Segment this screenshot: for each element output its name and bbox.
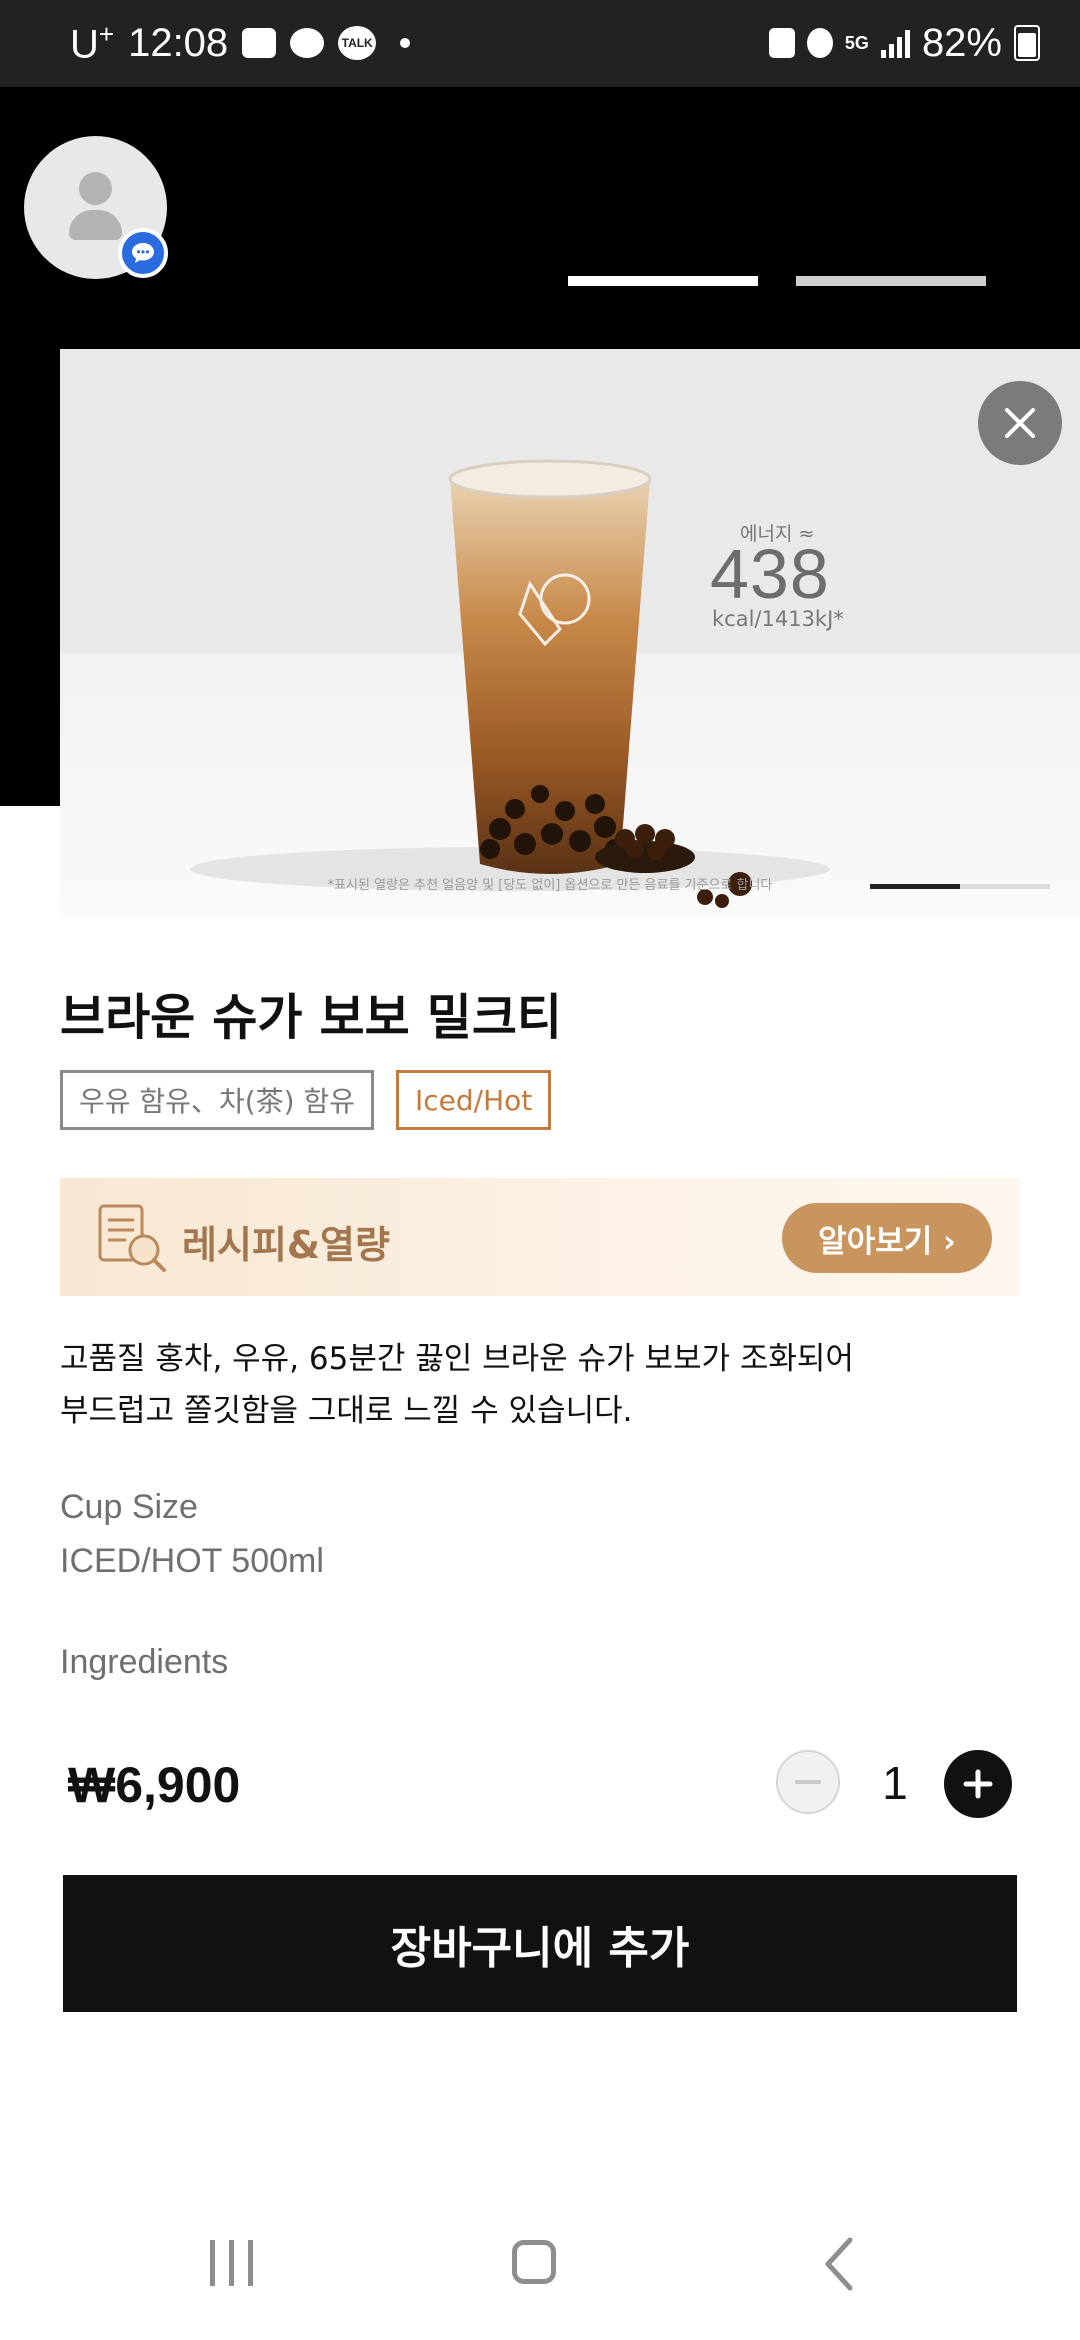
ingredients-label: Ingredients	[60, 1643, 229, 1681]
battery-saver-icon	[768, 28, 795, 58]
battery-icon	[1014, 25, 1040, 61]
quantity-decrease-button[interactable]	[776, 1750, 840, 1814]
recipe-icon	[98, 1204, 166, 1272]
quantity-increase-button[interactable]	[944, 1750, 1012, 1818]
drink-illustration	[190, 459, 830, 908]
carousel-indicator	[870, 884, 1050, 889]
temperature-tag: Iced/Hot	[396, 1070, 552, 1130]
product-title: 브라운 슈가 보보 밀크티	[60, 989, 562, 1046]
carrier-label: U+	[70, 18, 115, 67]
avatar-head	[79, 172, 112, 205]
close-icon	[1005, 408, 1035, 438]
avatar-body	[69, 210, 122, 240]
plus-icon	[963, 1769, 993, 1799]
home-icon[interactable]	[512, 2240, 556, 2284]
gallery-icon	[242, 28, 277, 58]
description-line: 부드럽고 쫄깃함을 그대로 느낄 수 있습니다.	[60, 1393, 633, 1429]
chat-bubble-icon[interactable]	[118, 228, 168, 278]
notification-dot-icon	[400, 38, 411, 48]
calorie-disclaimer: *표시된 열량은 추천 얼음양 및 [당도 없이] 옵션으로 만든 음료를 기준…	[327, 878, 773, 893]
learn-more-button[interactable]: 알아보기 ›	[782, 1203, 992, 1273]
background-thumbnail	[796, 276, 986, 286]
cup-size-label: Cup Size	[60, 1488, 198, 1526]
add-to-cart-button[interactable]: 장바구니에 추가	[63, 1875, 1017, 2012]
recent-apps-icon[interactable]	[210, 2240, 253, 2286]
5g-icon: 5G	[844, 33, 869, 53]
kakaotalk-icon: TALK	[338, 26, 377, 60]
weather-icon	[290, 28, 325, 58]
product-description: 고품질 홍차, 우유, 65분간 끓인 브라운 슈가 보보가 조화되어 부드럽고…	[60, 1333, 1020, 1437]
recipe-banner-title: 레시피&열량	[182, 1223, 390, 1267]
energy-value: 438	[710, 535, 830, 613]
status-bar: U+ 12:08 TALK 5G 82%	[0, 0, 1080, 87]
system-nav-bar	[0, 2190, 1080, 2340]
quantity-value: 1	[882, 1757, 908, 1809]
description-line: 고품질 홍차, 우유, 65분간 끓인 브라운 슈가 보보가 조화되어	[60, 1341, 854, 1377]
status-bar-right: 5G 82%	[768, 18, 1040, 68]
alarm-icon	[806, 28, 833, 58]
minus-icon	[795, 1780, 821, 1784]
cup-size-value: ICED/HOT 500ml	[60, 1542, 324, 1580]
back-icon[interactable]	[820, 2236, 860, 2292]
battery-percent: 82%	[921, 20, 1002, 65]
close-button[interactable]	[978, 381, 1062, 465]
product-image[interactable]: 에너지 ≈ 438 kcal/1413kJ* *표시된 열량은 추천 얼음양 및…	[60, 349, 1080, 918]
recipe-calorie-banner[interactable]: 레시피&열량 알아보기 ›	[60, 1178, 1020, 1296]
background-thumbnail	[568, 276, 758, 286]
energy-unit: kcal/1413kJ*	[712, 607, 844, 631]
signal-icon	[880, 28, 910, 58]
status-bar-left: U+ 12:08 TALK	[70, 18, 411, 68]
product-price: ₩6,900	[68, 1757, 241, 1813]
clock: 12:08	[128, 20, 229, 65]
backdrop-left	[0, 349, 60, 806]
allergen-tag: 우유 함유、차(茶) 함유	[60, 1070, 374, 1130]
carousel-indicator-fill	[870, 884, 960, 889]
